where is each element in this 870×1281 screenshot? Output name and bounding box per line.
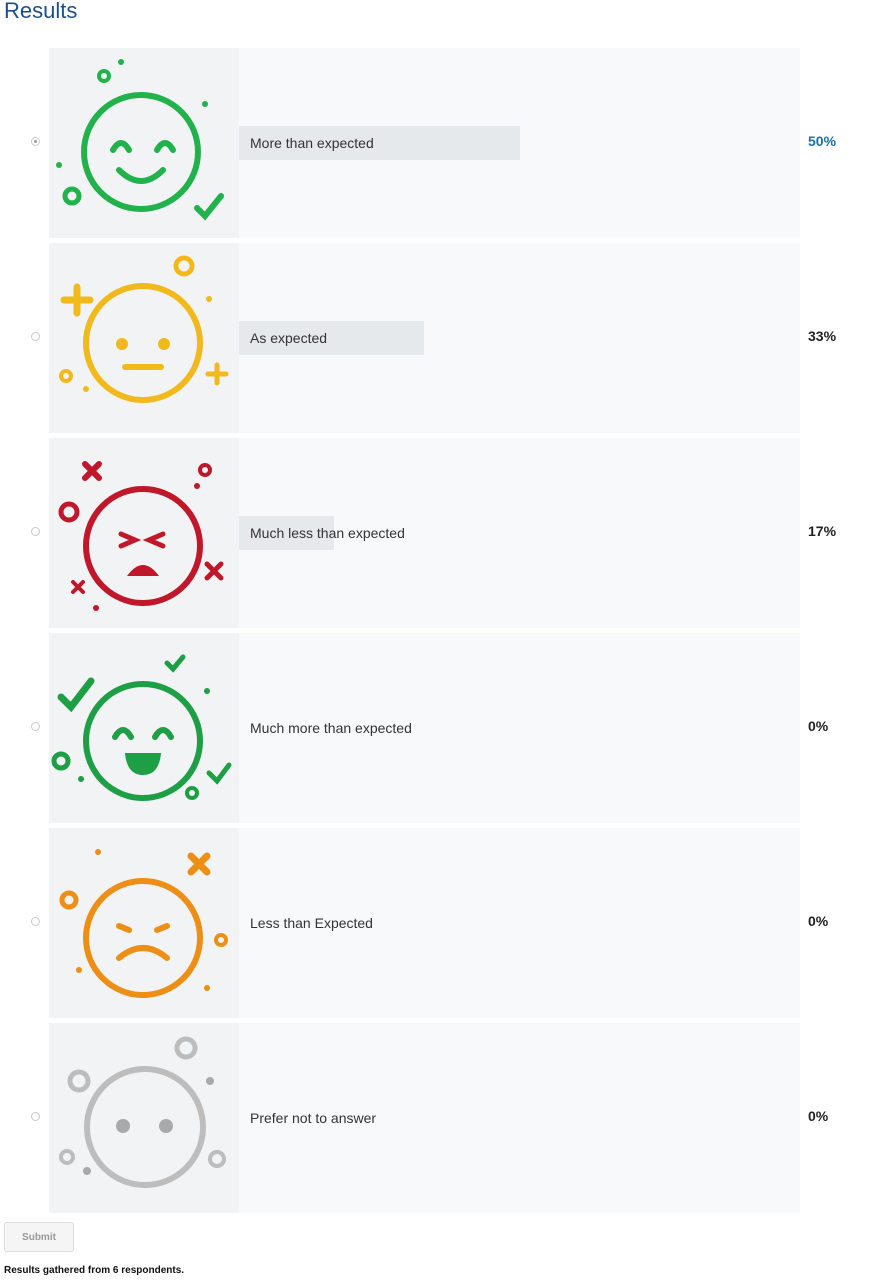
angry-face-icon bbox=[49, 438, 239, 628]
option-radio[interactable] bbox=[31, 1112, 40, 1121]
poll-option-prefer-not-to-answer[interactable]: Prefer not to answer 0% bbox=[0, 1023, 870, 1213]
option-percent: 0% bbox=[808, 1108, 829, 1124]
option-radio[interactable] bbox=[31, 527, 40, 536]
laughing-face-icon bbox=[49, 633, 239, 823]
option-radio[interactable] bbox=[31, 332, 40, 341]
blank-face-icon bbox=[49, 1023, 239, 1213]
option-percent: 0% bbox=[808, 718, 829, 734]
poll-option-much-more-than-expected[interactable]: Much more than expected 0% bbox=[0, 633, 870, 823]
option-label: Less than Expected bbox=[250, 915, 373, 931]
poll-option-much-less-than-expected[interactable]: Much less than expected 17% bbox=[0, 438, 870, 628]
option-card: Prefer not to answer bbox=[49, 1023, 800, 1213]
submit-button[interactable]: Submit bbox=[4, 1222, 74, 1252]
option-label: More than expected bbox=[250, 135, 374, 151]
option-label: Much less than expected bbox=[250, 525, 405, 541]
poll-results: More than expected 50% As expected 33% M… bbox=[0, 48, 870, 1218]
option-card: Much more than expected bbox=[49, 633, 800, 823]
option-percent: 33% bbox=[808, 328, 837, 344]
option-radio[interactable] bbox=[31, 137, 40, 146]
option-label: Prefer not to answer bbox=[250, 1110, 377, 1126]
poll-option-as-expected[interactable]: As expected 33% bbox=[0, 243, 870, 433]
option-card: Much less than expected bbox=[49, 438, 800, 628]
option-card: Less than Expected bbox=[49, 828, 800, 1018]
option-radio[interactable] bbox=[31, 917, 40, 926]
option-label: Much more than expected bbox=[250, 720, 412, 736]
option-percent: 17% bbox=[808, 523, 837, 539]
poll-option-less-than-expected[interactable]: Less than Expected 0% bbox=[0, 828, 870, 1018]
option-label: As expected bbox=[250, 330, 328, 346]
neutral-face-icon bbox=[49, 243, 239, 433]
option-card: More than expected bbox=[49, 48, 800, 238]
sad-face-icon bbox=[49, 828, 239, 1018]
option-percent: 0% bbox=[808, 913, 829, 929]
option-percent: 50% bbox=[808, 133, 837, 149]
respondents-note: Results gathered from 6 respondents. bbox=[4, 1265, 185, 1276]
option-card: As expected bbox=[49, 243, 800, 433]
poll-option-more-than-expected[interactable]: More than expected 50% bbox=[0, 48, 870, 238]
page-title: Results bbox=[4, 0, 78, 23]
option-radio[interactable] bbox=[31, 722, 40, 731]
happy-face-icon bbox=[49, 48, 239, 238]
